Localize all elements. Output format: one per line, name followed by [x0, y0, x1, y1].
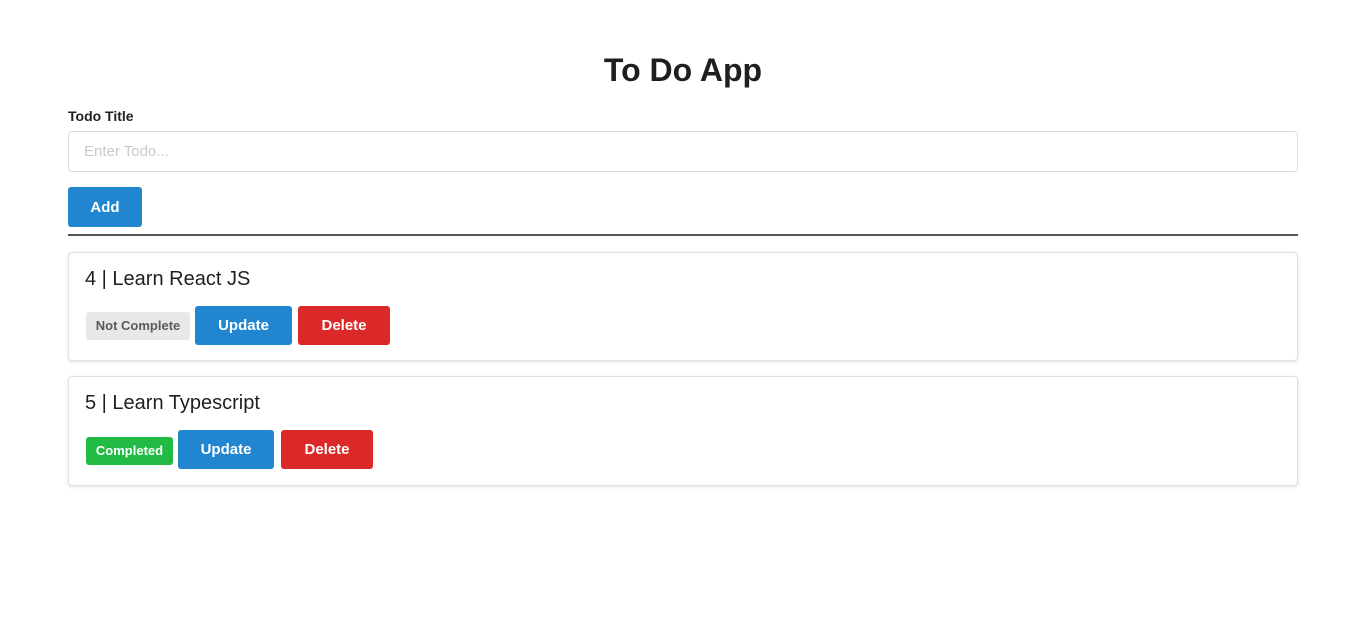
todo-title-label: Todo Title: [68, 108, 134, 124]
divider: [68, 234, 1298, 236]
todo-title: 5 | Learn Typescript: [85, 392, 260, 414]
page-title: To Do App: [603, 52, 763, 88]
delete-button[interactable]: Delete: [298, 306, 390, 345]
add-button[interactable]: Add: [68, 187, 142, 227]
todo-card: 5 | Learn Typescript Completed Update De…: [68, 376, 1298, 486]
delete-button[interactable]: Delete: [281, 430, 373, 469]
status-badge: Completed: [86, 437, 173, 465]
update-button[interactable]: Update: [195, 306, 292, 345]
todo-title: 4 | Learn React JS: [85, 268, 251, 290]
status-badge: Not Complete: [86, 312, 190, 340]
todo-title-input[interactable]: [68, 131, 1298, 172]
todo-card: 4 | Learn React JS Not Complete Update D…: [68, 252, 1298, 361]
update-button[interactable]: Update: [178, 430, 274, 469]
